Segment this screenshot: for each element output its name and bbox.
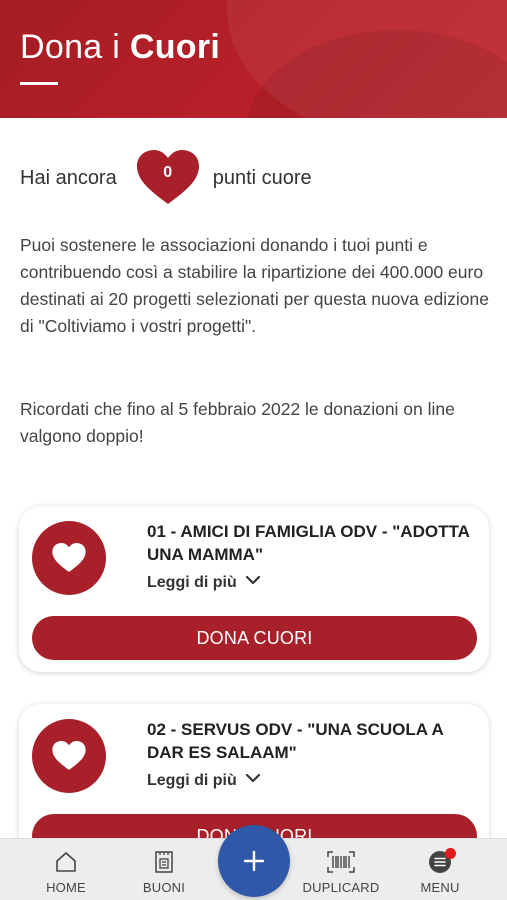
- add-button[interactable]: [218, 825, 290, 897]
- nav-home[interactable]: HOME: [18, 839, 114, 900]
- project-heart-badge: [32, 719, 106, 793]
- heart-icon: [52, 741, 86, 770]
- project-heart-badge: [32, 521, 106, 595]
- read-more-toggle[interactable]: Leggi di più: [147, 574, 261, 592]
- nav-home-label: HOME: [46, 880, 86, 895]
- page-title-light: Dona i: [20, 28, 121, 66]
- chevron-down-icon: [245, 575, 260, 585]
- points-prefix: Hai ancora: [20, 166, 117, 189]
- points-value: 0: [163, 164, 173, 181]
- title-underline: [20, 82, 58, 85]
- donate-hearts-button[interactable]: DONA CUORI: [32, 616, 477, 660]
- project-title: 01 - AMICI DI FAMIGLIA ODV - "ADOTTA UNA…: [147, 522, 470, 564]
- nav-menu[interactable]: MENU: [392, 839, 488, 900]
- nav-buoni[interactable]: BUONI: [116, 839, 212, 900]
- nav-duplicard-label: DUPLICARD: [302, 880, 380, 895]
- home-icon: [56, 852, 76, 872]
- intro-paragraph: Puoi sostenere le associazioni donando i…: [20, 235, 489, 336]
- nav-duplicard[interactable]: DUPLICARD: [293, 839, 389, 900]
- project-title: 02 - SERVUS ODV - "UNA SCUOLA A DAR ES S…: [147, 720, 444, 762]
- points-heart-badge: 0: [136, 150, 199, 206]
- barcode-icon: [327, 851, 355, 873]
- notification-dot: [445, 848, 456, 859]
- voucher-icon: [155, 851, 173, 873]
- read-more-toggle[interactable]: Leggi di più: [147, 772, 261, 790]
- page-header: Dona i Cuori: [0, 0, 507, 118]
- read-more-label: Leggi di più: [147, 574, 237, 591]
- nav-menu-label: MENU: [420, 880, 460, 895]
- heart-icon: [52, 543, 86, 572]
- plus-icon: [243, 850, 265, 872]
- project-card: 01 - AMICI DI FAMIGLIA ODV - "ADOTTA UNA…: [19, 506, 489, 672]
- page-title: Dona i Cuori: [20, 28, 220, 67]
- nav-buoni-label: BUONI: [142, 880, 186, 895]
- double-donation-notice: Ricordati che fino al 5 febbraio 2022 le…: [20, 399, 455, 446]
- page-title-bold: Cuori: [129, 28, 221, 66]
- chevron-down-icon: [245, 773, 260, 783]
- read-more-label: Leggi di più: [147, 772, 237, 789]
- points-suffix: punti cuore: [212, 166, 312, 189]
- points-summary: Hai ancora 0 punti cuore: [20, 150, 490, 206]
